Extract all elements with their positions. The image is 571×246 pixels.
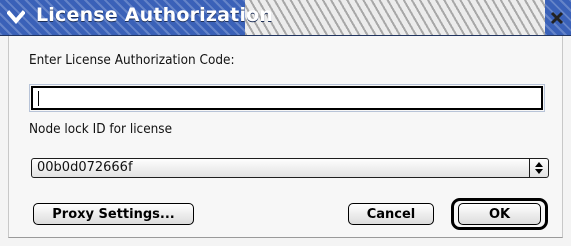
up-down-arrows-icon <box>535 162 543 174</box>
node-lock-value: 00b0d072666f <box>37 160 133 175</box>
title-bar-stripes <box>245 0 545 35</box>
dialog-body: Enter License Authorization Code: Node l… <box>8 36 563 238</box>
default-button-ring: OK <box>451 198 548 230</box>
chevron-down-icon <box>7 10 25 24</box>
cancel-button[interactable]: Cancel <box>348 203 434 225</box>
license-authorization-dialog: License Authorization Enter License Auth… <box>0 0 571 246</box>
ok-button[interactable]: OK <box>458 203 541 225</box>
auth-code-input[interactable] <box>29 84 545 112</box>
title-bar[interactable]: License Authorization <box>0 0 571 36</box>
text-caret <box>38 91 39 106</box>
select-arrows <box>529 159 548 177</box>
window-title: License Authorization <box>36 4 274 26</box>
node-lock-label: Node lock ID for license <box>29 122 173 137</box>
proxy-settings-button[interactable]: Proxy Settings... <box>33 203 194 225</box>
collapse-button[interactable] <box>6 8 26 26</box>
node-lock-select[interactable]: 00b0d072666f <box>31 158 549 178</box>
close-button[interactable] <box>548 9 566 27</box>
auth-code-label: Enter License Authorization Code: <box>29 53 235 68</box>
close-icon <box>550 11 564 25</box>
